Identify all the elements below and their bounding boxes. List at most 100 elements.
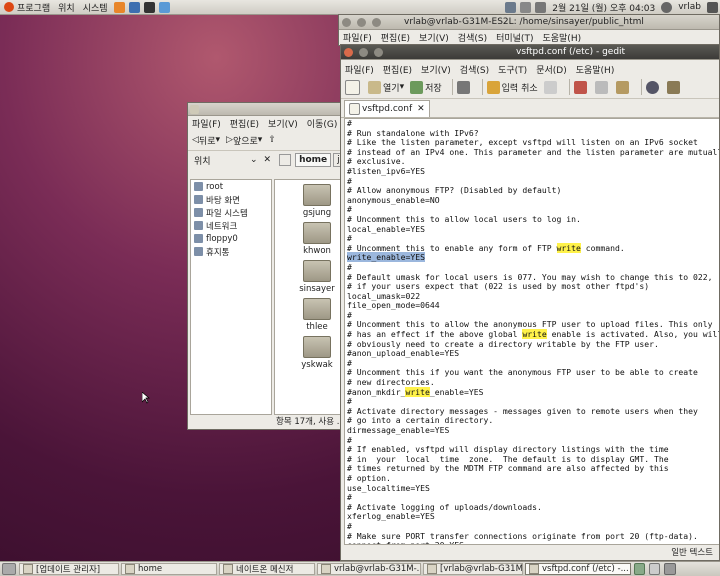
floppy-icon xyxy=(194,234,203,243)
volume-icon[interactable] xyxy=(535,1,547,13)
copy-button[interactable] xyxy=(594,80,610,94)
forward-label: 앞으로 xyxy=(232,136,258,147)
minimize-icon[interactable] xyxy=(359,47,368,57)
tab-label: vsftpd.conf xyxy=(362,104,413,114)
search-highlight: write xyxy=(405,386,430,397)
fm-menu-view[interactable]: 보기(V) xyxy=(268,117,298,130)
sidebar-item-desktop[interactable]: 바탕 화면 xyxy=(191,193,271,206)
tab-vsftpd-conf[interactable]: vsftpd.conf ✕ xyxy=(344,100,430,117)
taskbar-item[interactable]: [vrlab@vrlab-G31M-... xyxy=(423,563,523,575)
folder-item[interactable]: khwon xyxy=(287,222,347,256)
save-button[interactable]: 저장 xyxy=(410,80,442,94)
paste-button[interactable] xyxy=(615,80,631,94)
gedit-menu-help[interactable]: 도움말(H) xyxy=(576,63,615,76)
terminal-titlebar[interactable]: vrlab@vrlab-G31M-ES2L: /home/sinsayer/pu… xyxy=(339,15,719,30)
terminal-menu-search[interactable]: 검색(S) xyxy=(458,31,487,44)
sidebar-item-label: root xyxy=(206,181,224,192)
sidebar-item-trash[interactable]: 휴지통 xyxy=(191,245,271,258)
language-label[interactable]: 일반 텍스트 xyxy=(671,546,713,558)
folder-item[interactable]: thlee xyxy=(287,298,347,332)
path-home-button[interactable]: home xyxy=(295,153,332,167)
fm-menu-file[interactable]: 파일(F) xyxy=(192,117,221,130)
taskbar-item[interactable]: vsftpd.conf (/etc) -... xyxy=(525,563,631,575)
taskbar-item[interactable]: 네이트온 메신저 xyxy=(219,563,315,575)
user-menu[interactable]: vrlab xyxy=(674,2,705,12)
undo-button[interactable]: 입력 취소 xyxy=(486,80,538,94)
sidebar-item-filesystem[interactable]: 파일 시스템 xyxy=(191,206,271,219)
gedit-menu-edit[interactable]: 편집(E) xyxy=(383,63,412,76)
close-icon[interactable] xyxy=(344,47,353,57)
show-desktop-icon[interactable] xyxy=(2,563,16,575)
gedit-titlebar[interactable]: vsftpd.conf (/etc) - gedit xyxy=(341,45,719,60)
folder-item[interactable]: sinsayer xyxy=(287,260,347,294)
gedit-menu-view[interactable]: 보기(V) xyxy=(421,63,451,76)
top-panel: 프로그램 위치 시스템 2월 21일 (월) 오후 04:03 vrlab xyxy=(0,0,720,15)
network-icon[interactable] xyxy=(505,1,517,13)
gedit-menu-search[interactable]: 검색(S) xyxy=(460,63,489,76)
sidebar-item-root[interactable]: root xyxy=(191,180,271,193)
terminal-menu-help[interactable]: 도움말(H) xyxy=(542,31,581,44)
minimize-icon[interactable] xyxy=(357,17,366,27)
firefox-icon[interactable] xyxy=(113,1,125,13)
power-icon[interactable] xyxy=(707,1,718,13)
path-toggle-icon[interactable] xyxy=(279,154,292,166)
places-menu[interactable]: 위치 xyxy=(54,1,79,14)
terminal-window[interactable]: vrlab@vrlab-G31M-ES2L: /home/sinsayer/pu… xyxy=(338,14,720,46)
fm-menu-go[interactable]: 이동(G) xyxy=(307,117,338,130)
toolbar-separator xyxy=(640,79,642,95)
workspace-switcher-icon[interactable] xyxy=(649,563,660,575)
close-icon[interactable] xyxy=(342,17,351,27)
help-icon[interactable] xyxy=(158,1,170,13)
trash-icon[interactable] xyxy=(664,563,676,575)
terminal-menu-edit[interactable]: 편집(E) xyxy=(381,31,410,44)
back-arrow-icon: ◁ xyxy=(192,135,199,145)
places-close-icon[interactable]: ✕ xyxy=(264,155,272,165)
redo-button[interactable] xyxy=(543,80,559,94)
fm-menu-edit[interactable]: 편집(E) xyxy=(230,117,259,130)
gedit-window[interactable]: vsftpd.conf (/etc) - gedit 파일(F) 편집(E) 보… xyxy=(340,44,720,561)
maximize-icon[interactable] xyxy=(372,17,381,27)
workspace-switcher-icon[interactable] xyxy=(634,563,645,575)
file-manager-window[interactable]: 파일(F) 편집(E) 보기(V) 이동(G) ◁ 뒤로 ▾ ▷ 앞으로 ▾ ⇧… xyxy=(187,102,357,430)
terminal-menu-view[interactable]: 보기(V) xyxy=(419,31,449,44)
folder-label: sinsayer xyxy=(299,284,335,294)
replace-button[interactable] xyxy=(666,80,682,94)
tab-close-icon[interactable]: ✕ xyxy=(417,104,425,114)
folder-item[interactable]: yskwak xyxy=(287,336,347,370)
mail-indicator-icon[interactable] xyxy=(520,1,532,13)
redo-icon xyxy=(543,80,557,94)
taskbar-item[interactable]: vrlab@vrlab-G31M-... xyxy=(317,563,421,575)
places-dropdown-icon[interactable]: ⌄ xyxy=(250,155,258,165)
up-button[interactable]: ⇧ xyxy=(268,135,276,145)
file-manager-titlebar[interactable] xyxy=(188,103,356,116)
clock[interactable]: 2월 21일 (월) 오후 04:03 xyxy=(548,1,659,14)
gedit-menu-file[interactable]: 파일(F) xyxy=(345,63,374,76)
terminal-menu-file[interactable]: 파일(F) xyxy=(343,31,372,44)
print-button[interactable] xyxy=(456,80,472,94)
text-editor[interactable]: # # Run standalone with IPv6? # Like the l… xyxy=(344,118,719,545)
gedit-menu-tools[interactable]: 도구(T) xyxy=(498,63,527,76)
folder-label: yskwak xyxy=(301,360,333,370)
terminal-launcher-icon[interactable] xyxy=(143,1,155,13)
open-button[interactable]: 열기 ▾ xyxy=(368,80,404,94)
undo-label: 입력 취소 xyxy=(501,83,538,94)
taskbar-item[interactable]: [업데이트 관리자] xyxy=(19,563,119,575)
cut-button[interactable] xyxy=(573,80,589,94)
sidebar-item-network[interactable]: 네트워크 xyxy=(191,219,271,232)
editor-line: anonymous_enable=NO xyxy=(347,194,440,205)
mail-icon[interactable] xyxy=(128,1,140,13)
terminal-menu-terminal[interactable]: 터미널(T) xyxy=(496,31,533,44)
sidebar-item-floppy[interactable]: floppy0 xyxy=(191,232,271,245)
applications-menu[interactable]: 프로그램 xyxy=(0,1,54,14)
folder-item[interactable]: gsjung xyxy=(287,184,347,218)
gedit-menu-documents[interactable]: 문서(D) xyxy=(536,63,567,76)
maximize-icon[interactable] xyxy=(374,47,383,57)
find-button[interactable] xyxy=(645,80,661,94)
new-button[interactable] xyxy=(345,79,362,95)
taskbar-item[interactable]: home xyxy=(121,563,217,575)
system-menu[interactable]: 시스템 xyxy=(79,1,112,14)
back-button[interactable]: ◁ 뒤로 ▾ xyxy=(192,134,220,147)
forward-button[interactable]: ▷ 앞으로 ▾ xyxy=(226,134,262,147)
terminal-menubar: 파일(F) 편집(E) 보기(V) 검색(S) 터미널(T) 도움말(H) xyxy=(339,30,719,44)
taskbar-label: 네이트온 메신저 xyxy=(236,565,294,575)
